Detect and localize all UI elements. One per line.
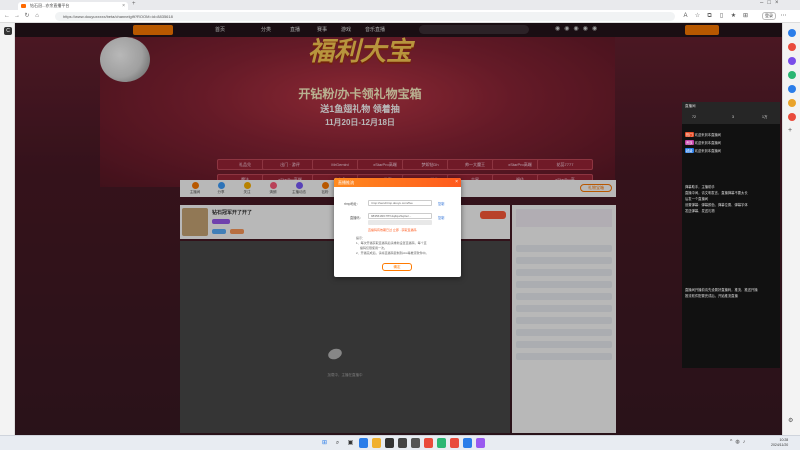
forward-icon[interactable]: → [14,13,20,19]
app-icon[interactable] [437,438,446,448]
search-icon[interactable]: ⌕ [333,438,342,448]
edge-icon[interactable] [359,438,368,448]
favorite-star-icon[interactable]: ☆ [694,13,701,20]
app-icon[interactable]: C [4,27,12,35]
tip-1: 1、每次开播获取直播码后请重新设置直播码，每个直 [356,241,427,245]
explorer-icon[interactable] [372,438,381,448]
start-icon[interactable]: ⊞ [320,438,329,448]
task-view-icon[interactable]: ▣ [346,438,355,448]
push-stream-dialog: 直播推流 × rtmp地址： rtmp://sendrtmp.douyu.com… [334,178,461,277]
stat-likes: 3 [732,115,734,119]
stream-key-field[interactable]: 9835618rb7fTh4qZqwSq3ez... [368,213,432,219]
add-sidebar-icon[interactable]: + [788,127,792,134]
sidebar-settings-icon[interactable]: ⚙ [788,417,793,424]
home-icon[interactable]: ⌂ [34,13,40,19]
close-tab-icon[interactable]: × [122,2,125,10]
menu-icon[interactable]: ⋯ [780,13,787,20]
browser-tab[interactable]: 钻石冠...亦余直播平台 × [18,2,128,10]
split-screen-icon[interactable]: ▯ [718,13,725,20]
side-panel-title: 直播间 [685,104,696,108]
browser-login-button[interactable]: 登录 [762,12,776,20]
close-icon[interactable]: × [455,179,458,185]
notice-line: 直播中间，请文明发言，直播弹幕不要太长 [685,191,748,195]
chat-message: 热门 欢迎来到本直播间 [685,132,721,137]
rtmp-address-field[interactable]: rtmp://sendrtmp.douyu.com/live [368,200,432,206]
new-tab-icon[interactable]: + [132,1,136,7]
rtmp-label: rtmp地址： [344,202,360,206]
confirm-button[interactable]: 确定 [382,263,412,271]
live-side-panel: 直播间 72 3 1万 热门 欢迎来到本直播间 贵族 欢迎来到本直播间 超级 欢迎来到… [682,102,780,368]
url-input[interactable]: https://www.douyuxxxxx/beta/channelgift?… [55,12,675,21]
app-icon[interactable] [424,438,433,448]
dialog-header: 直播推流 × [334,178,461,187]
drop-icon[interactable] [788,113,796,121]
browser-left-sidebar: C [0,23,15,435]
window-controls[interactable]: –□× [760,0,782,6]
outlook-icon[interactable] [788,85,796,93]
copy-rtmp-button[interactable]: 复制 [438,201,444,206]
tip-1-continued: 播码仅限使用一次。 [360,246,388,250]
tools-icon[interactable] [788,57,796,65]
stream-key-label: 直播码： [350,216,363,220]
refresh-icon[interactable]: ↻ [24,13,30,19]
notice-line: 后发一个直播间 [685,197,709,201]
footer-line: 推流软件配置完成后，开始推流直播 [685,294,738,298]
tip-2: 2、开播完成后，请将直播码复制到obs等推流软件中。 [356,251,429,255]
collections-icon[interactable]: ⊞ [742,13,749,20]
app-icon[interactable] [450,438,459,448]
browser-right-sidebar: + ⚙ [782,23,800,435]
windows-taskbar: ⊞ ⌕ ▣ ^◍♪ 10:28 2024/11/20 [0,435,800,450]
app-icon[interactable] [385,438,394,448]
app-icon[interactable] [463,438,472,448]
side-panel-header: 直播间 72 3 1万 [682,102,780,124]
notice-line: 发送弹幕、发送礼物 [685,209,715,213]
system-tray-icons[interactable]: ^◍♪ [730,439,748,445]
search-icon[interactable] [788,29,796,37]
app-icon[interactable] [476,438,485,448]
terminal-icon[interactable] [398,438,407,448]
extensions-icon[interactable]: ⧉ [706,13,713,20]
notice-line: 设置弹幕：弹幕颜色、弹幕位置、弹幕字体 [685,203,748,207]
games-icon[interactable] [788,71,796,79]
tips-heading: 提示： [356,236,366,240]
app-icon[interactable] [411,438,420,448]
footer-line: 直播间开播前请先设置好直播码，推流、推送开播 [685,288,758,292]
office-icon[interactable] [788,99,796,107]
shopping-icon[interactable] [788,43,796,51]
browser-tab-bar: 钻石冠...亦余直播平台 × + –□× [0,0,800,10]
chat-message: 贵族 欢迎来到本直播间 [685,140,721,145]
stat-viewers: 72 [692,115,696,119]
notice-line: 弹幕助手，主播助手 [685,185,715,189]
copy-key-button[interactable]: 复制 [438,215,444,220]
favorites-icon[interactable]: ★ [730,13,737,20]
chat-message: 超级 欢迎来到本直播间 [685,148,721,153]
address-bar-row: ← → ↻ ⌂ https://www.douyuxxxxx/beta/chan… [0,10,800,23]
key-warning-text: 直播码有效期已过 立即 · 获取直播码 [368,228,417,232]
back-icon[interactable]: ← [4,13,10,19]
dialog-title: 直播推流 [338,180,354,185]
site-favicon-icon [21,4,26,8]
tab-title: 钻石冠...亦余直播平台 [30,3,70,8]
stream-key-select[interactable] [368,220,432,225]
clock-date: 2024/11/20 [771,443,789,447]
read-aloud-icon[interactable]: A [682,13,689,20]
stat-fans: 1万 [762,115,768,119]
clock[interactable]: 10:28 2024/11/20 [771,438,788,448]
